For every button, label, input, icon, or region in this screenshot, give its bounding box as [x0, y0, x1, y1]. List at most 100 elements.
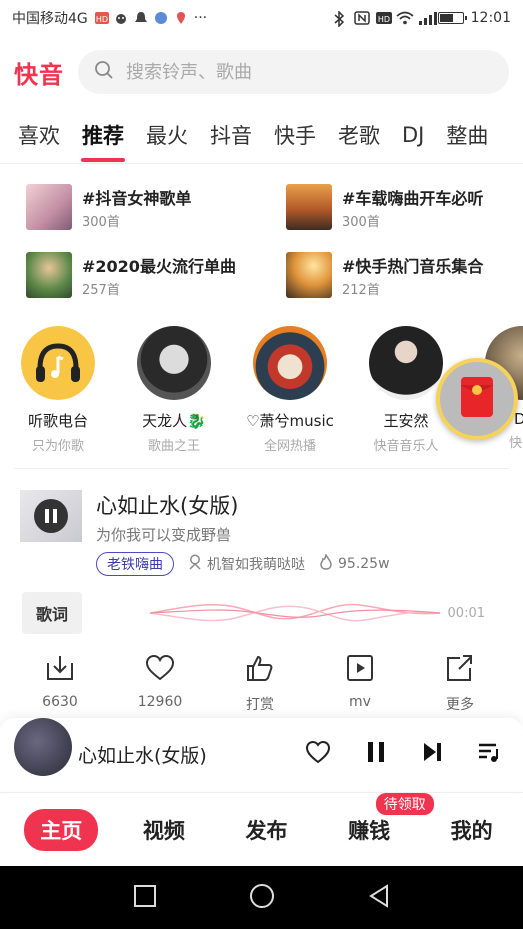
- nav-video[interactable]: 视频: [113, 815, 216, 845]
- mv-button[interactable]: mv: [310, 654, 410, 714]
- more-indicator: ···: [193, 10, 208, 26]
- playlist-cover: [26, 184, 72, 230]
- uploader-name: 机智如我萌哒哒: [207, 557, 305, 573]
- tab-recommend[interactable]: 推荐: [82, 120, 124, 156]
- pause-icon[interactable]: [34, 499, 68, 533]
- carrier-label: 中国移动4G: [12, 11, 88, 27]
- recent-apps-icon[interactable]: [133, 884, 157, 912]
- nav-earn-label: 赚钱: [348, 818, 391, 843]
- playlist-title: #抖音女神歌单: [82, 188, 192, 208]
- tab-oldies[interactable]: 老歌: [338, 120, 380, 156]
- song-cover[interactable]: [20, 490, 82, 542]
- tab-dj[interactable]: DJ: [402, 123, 424, 153]
- app-header: 快音: [0, 44, 523, 100]
- search-bar[interactable]: [78, 50, 509, 94]
- svg-text:HD: HD: [378, 15, 390, 24]
- heart-icon: [145, 654, 175, 686]
- artist-avatar: [369, 326, 443, 400]
- cat-icon: [114, 11, 128, 25]
- play-count-value: 95.25w: [338, 556, 390, 572]
- artist-subtitle: 快音: [508, 436, 523, 451]
- wifi-icon: [396, 11, 414, 25]
- share-icon: [445, 654, 475, 686]
- artist-name: ♡萧兮music: [246, 412, 334, 430]
- section-divider: [14, 468, 509, 469]
- playlist-count: 257首: [82, 282, 120, 298]
- playlist-item[interactable]: #2020最火流行单曲 257首: [26, 252, 286, 298]
- reward-label: 打赏: [246, 697, 274, 713]
- lyrics-button[interactable]: 歌词: [22, 592, 82, 634]
- player-song-title[interactable]: 心如止水(女版): [78, 741, 207, 768]
- search-input[interactable]: [126, 61, 493, 83]
- nfc-icon: [353, 11, 370, 25]
- tab-full-songs[interactable]: 整曲: [446, 120, 488, 156]
- playlist-icon[interactable]: [477, 740, 501, 768]
- home-icon[interactable]: [249, 883, 275, 913]
- playlist-title: #快手热门音乐集合: [342, 256, 484, 276]
- nav-home[interactable]: 主页: [10, 808, 113, 851]
- waveform[interactable]: [150, 596, 440, 630]
- bluetooth-icon: [333, 10, 347, 28]
- next-icon[interactable]: [421, 740, 443, 768]
- playlist-count: 300首: [342, 214, 380, 230]
- tab-douyin[interactable]: 抖音: [210, 120, 252, 156]
- reward-button[interactable]: 打赏: [210, 654, 310, 714]
- user-icon: [188, 554, 202, 574]
- playlist-item[interactable]: #车载嗨曲开车必听 300首: [286, 184, 506, 230]
- like-button[interactable]: 12960: [110, 654, 210, 714]
- system-nav-bar: [0, 866, 523, 929]
- tab-kuaishou[interactable]: 快手: [274, 120, 316, 156]
- nav-publish-label: 发布: [245, 818, 288, 843]
- artist-avatar: [137, 326, 211, 400]
- mini-player[interactable]: 心如止水(女版): [0, 718, 523, 790]
- red-packet-button[interactable]: [436, 358, 518, 440]
- playlist-cover: [26, 252, 72, 298]
- radio-avatar: [21, 326, 95, 400]
- nav-mine-label: 我的: [450, 818, 493, 843]
- download-count: 6630: [42, 694, 78, 710]
- playlist-item[interactable]: #抖音女神歌单 300首: [26, 184, 286, 230]
- mv-icon: [345, 654, 375, 686]
- reward-icon: [245, 654, 275, 686]
- tab-hottest[interactable]: 最火: [146, 120, 188, 156]
- song-title[interactable]: 心如止水(女版): [96, 490, 238, 520]
- signal-icon: [417, 11, 437, 25]
- app-icon: [154, 11, 168, 25]
- song-tag[interactable]: 老铁嗨曲: [96, 552, 174, 576]
- playback-time: 00:01: [447, 606, 485, 621]
- bottom-nav: 主页 视频 发布 赚钱 待领取 我的: [0, 792, 523, 866]
- category-tabs: 喜欢 推荐 最火 抖音 快手 老歌 DJ 整曲: [0, 112, 523, 164]
- playlist-grid: #抖音女神歌单 300首 #车载嗨曲开车必听 300首 #2020最火流行单曲 257…: [26, 184, 506, 298]
- playlist-cover: [286, 184, 332, 230]
- song-actions: 6630 12960 打赏 mv 更多: [0, 654, 523, 714]
- more-button[interactable]: 更多: [410, 654, 510, 714]
- artist-subtitle: 歌曲之王: [147, 439, 200, 454]
- song-meta: 老铁嗨曲 机智如我萌哒哒 95.25w: [96, 552, 390, 576]
- bell-icon: [134, 11, 148, 25]
- artist-name: 王安然: [383, 412, 429, 430]
- artist-subtitle: 全网热播: [263, 439, 316, 454]
- playlist-item[interactable]: #快手热门音乐集合 212首: [286, 252, 506, 298]
- back-icon[interactable]: [367, 883, 391, 912]
- nav-publish[interactable]: 发布: [215, 815, 318, 845]
- nav-earn[interactable]: 赚钱 待领取: [318, 792, 434, 845]
- artist-name: 天龙人🐉: [142, 412, 206, 430]
- artist-item[interactable]: 天龙人🐉 歌曲之王: [116, 326, 232, 456]
- playlist-cover: [286, 252, 332, 298]
- play-count: 95.25w: [319, 553, 390, 574]
- artist-item[interactable]: ♡萧兮music 全网热播: [232, 326, 348, 456]
- nav-home-label: 主页: [24, 808, 99, 851]
- pause-icon[interactable]: [365, 740, 387, 768]
- artist-item[interactable]: 听歌电台 只为你歌: [0, 326, 116, 456]
- download-button[interactable]: 6630: [10, 654, 110, 714]
- heart-icon[interactable]: [305, 740, 331, 768]
- app-logo: 快音: [14, 59, 64, 89]
- tab-like[interactable]: 喜欢: [18, 120, 60, 156]
- player-cover[interactable]: [14, 718, 72, 776]
- playlist-count: 300首: [82, 214, 120, 230]
- hd-icon: HD: [94, 11, 109, 25]
- nav-mine[interactable]: 我的: [420, 815, 523, 845]
- artist-avatar: [253, 326, 327, 400]
- playlist-title: #2020最火流行单曲: [82, 256, 236, 276]
- uploader[interactable]: 机智如我萌哒哒: [188, 554, 305, 574]
